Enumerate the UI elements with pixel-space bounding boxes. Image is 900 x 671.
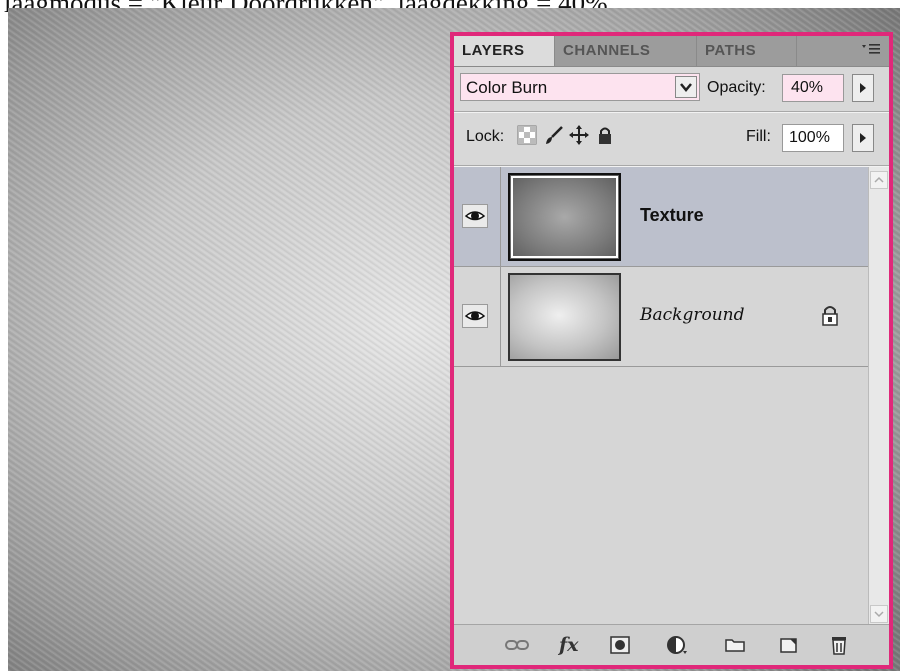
panel-footer: fx [454,624,889,665]
new-layer-icon[interactable] [776,634,802,656]
chevron-down-icon[interactable] [675,76,697,98]
tab-layers[interactable]: LAYERS [454,36,555,66]
layer-list-scrollbar[interactable] [868,167,889,627]
opacity-label: Opacity: [707,79,766,96]
layer-name[interactable]: Background [640,305,744,325]
layer-list: Texture Background [454,167,868,627]
lock-label: Lock: [466,128,505,145]
layer-thumbnail [508,173,621,261]
divider [500,167,501,267]
lock-all-icon[interactable] [595,125,615,145]
add-mask-icon[interactable] [607,634,633,656]
layer-thumbnail [508,273,621,361]
divider [500,267,501,367]
lock-position-icon[interactable] [569,125,589,145]
eye-icon[interactable] [462,304,488,328]
document-canvas: LAYERS CHANNELS PATHS Color Burn Opacity… [8,8,900,671]
panel-menu-icon[interactable] [861,42,881,59]
lock-image-pixels-icon[interactable] [544,125,564,145]
new-group-icon[interactable] [722,634,748,656]
fill-slider-button[interactable] [852,124,874,152]
opacity-slider-button[interactable] [852,74,874,102]
fx-icon[interactable]: fx [559,634,585,656]
scroll-down-icon[interactable] [870,605,888,623]
delete-layer-icon[interactable] [826,634,852,656]
panel-tab-bar: LAYERS CHANNELS PATHS [454,36,889,67]
fill-label: Fill: [746,128,771,145]
link-layers-icon[interactable] [504,634,530,656]
lock-row: Lock: Fill: 100% [454,113,889,163]
blend-mode-select[interactable]: Color Burn [460,73,700,101]
tab-channels[interactable]: CHANNELS [555,36,697,66]
layer-row-background[interactable]: Background [454,267,868,367]
blend-row: Color Burn Opacity: 40% [454,67,889,111]
opacity-input[interactable]: 40% [782,74,844,102]
lock-transparent-pixels-icon[interactable] [517,125,537,145]
scroll-up-icon[interactable] [870,171,888,189]
lock-icon [820,303,840,327]
blend-mode-value: Color Burn [466,78,548,97]
eye-icon[interactable] [462,204,488,228]
layer-name[interactable]: Texture [640,205,704,226]
layer-row-texture[interactable]: Texture [454,167,868,267]
tab-paths[interactable]: PATHS [697,36,797,66]
adjustment-layer-icon[interactable] [664,634,690,656]
fill-input[interactable]: 100% [782,124,844,152]
layers-panel: LAYERS CHANNELS PATHS Color Burn Opacity… [450,32,893,669]
